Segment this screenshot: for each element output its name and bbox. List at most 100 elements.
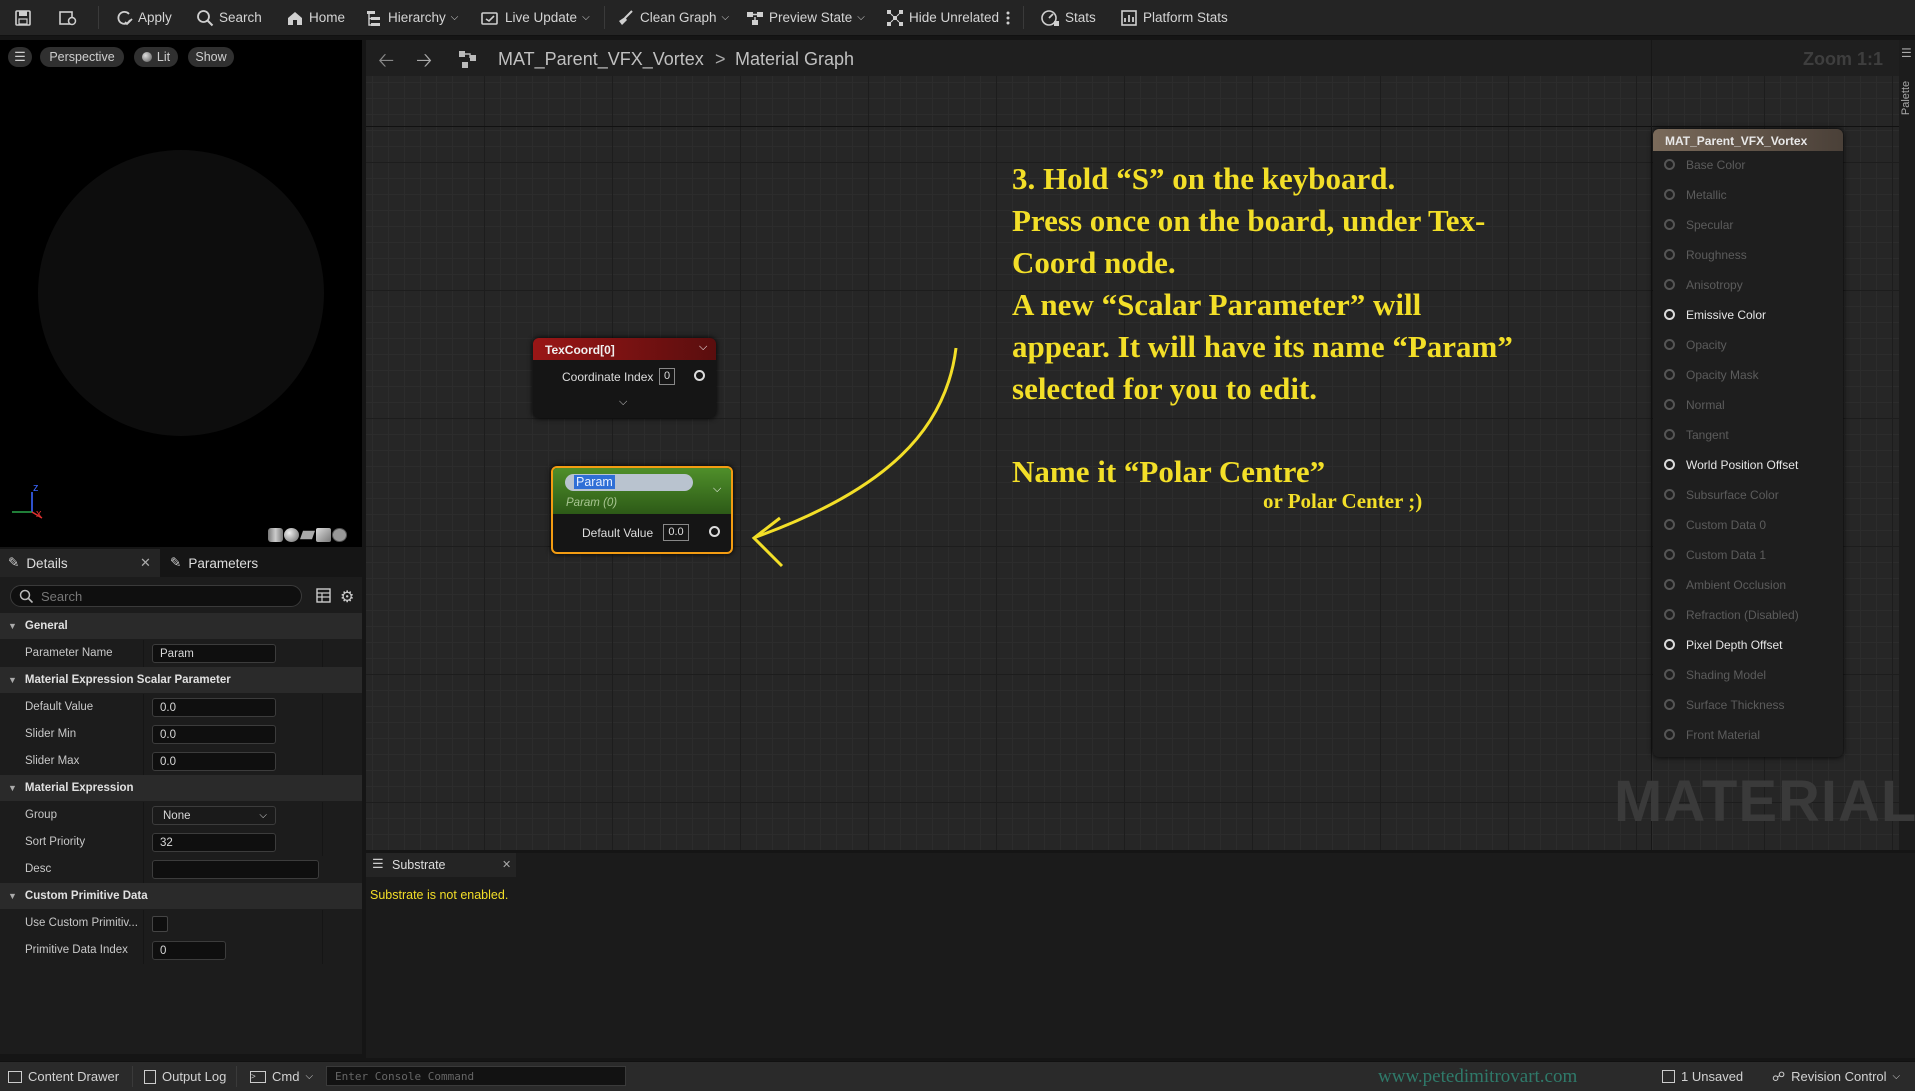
result-pin-row[interactable]: Ambient Occlusion (1653, 570, 1843, 600)
input-pin[interactable] (1664, 339, 1675, 350)
input-pin[interactable] (1664, 579, 1675, 590)
plane-icon[interactable] (300, 530, 315, 540)
input-pin[interactable] (1664, 189, 1675, 200)
result-pin-row[interactable]: Shading Model (1653, 660, 1843, 690)
input-pin[interactable] (1664, 609, 1675, 620)
output-log-button[interactable]: Output Log (144, 1062, 226, 1091)
result-pin-row[interactable]: Pixel Depth Offset (1653, 630, 1843, 660)
parameter-name-field[interactable]: Param (152, 644, 276, 663)
expand-chevron-icon[interactable]: ⌵ (619, 396, 627, 409)
input-pin[interactable] (1664, 669, 1675, 680)
cmd-dropdown[interactable]: > Cmd ⌵ (250, 1062, 313, 1091)
viewport-menu-button[interactable]: ☰ (8, 47, 32, 67)
slider-max-field[interactable]: 0.0 (152, 752, 276, 771)
chevron-down-icon[interactable]: ⌵ (713, 483, 721, 496)
section-scalar-parameter[interactable]: ▼ Material Expression Scalar Parameter (0, 667, 362, 693)
close-icon[interactable]: ✕ (502, 858, 511, 871)
back-arrow-icon[interactable]: 🡠 (378, 46, 394, 80)
more-options-icon[interactable] (1005, 0, 1011, 35)
group-dropdown[interactable]: None ⌵ (152, 806, 276, 825)
input-pin[interactable] (1664, 549, 1675, 560)
platform-stats-button[interactable]: Platform Stats (1120, 0, 1228, 35)
clean-graph-dropdown[interactable]: Clean Graph ⌵ (617, 0, 729, 35)
search-button[interactable]: Search (196, 0, 262, 35)
param-output-pin[interactable] (709, 526, 720, 537)
input-pin[interactable] (1664, 639, 1675, 650)
default-value-field[interactable]: 0.0 (152, 698, 276, 717)
result-pin-row[interactable]: Opacity (1653, 330, 1843, 360)
param-name-input[interactable]: Param (565, 474, 693, 491)
console-command-input[interactable]: Enter Console Command (326, 1066, 626, 1086)
result-pin-row[interactable]: Normal (1653, 390, 1843, 420)
material-result-node[interactable]: MAT_Parent_VFX_Vortex Base Color Metallic… (1653, 129, 1843, 757)
result-pin-row[interactable]: Front Material (1653, 720, 1843, 750)
live-update-dropdown[interactable]: Live Update ⌵ (480, 0, 590, 35)
tab-substrate[interactable]: ☰ Substrate ✕ (366, 853, 516, 877)
hide-unrelated-button[interactable]: Hide Unrelated (886, 0, 999, 35)
result-pin-row[interactable]: Tangent (1653, 420, 1843, 450)
default-value-field[interactable]: 0.0 (663, 524, 689, 541)
table-view-icon[interactable] (316, 588, 331, 606)
texcoord-node[interactable]: TexCoord[0] ⌵ Coordinate Index 0 ⌵ (533, 338, 716, 418)
result-pin-row[interactable]: Emissive Color (1653, 300, 1843, 330)
section-custom-primitive-data[interactable]: ▼ Custom Primitive Data (0, 883, 362, 909)
revision-control-dropdown[interactable]: ☍ Revision Control ⌵ (1772, 1062, 1900, 1091)
input-pin[interactable] (1664, 249, 1675, 260)
coordinate-index-field[interactable]: 0 (659, 368, 675, 385)
input-pin[interactable] (1664, 219, 1675, 230)
input-pin[interactable] (1664, 699, 1675, 710)
result-pin-row[interactable]: Custom Data 0 (1653, 510, 1843, 540)
hierarchy-dropdown[interactable]: Hierarchy ⌵ (365, 0, 458, 35)
section-material-expression[interactable]: ▼ Material Expression (0, 775, 362, 801)
input-pin[interactable] (1664, 729, 1675, 740)
input-pin[interactable] (1664, 489, 1675, 500)
material-graph-canvas[interactable]: 🡠 🡢 MAT_Parent_VFX_Vortex > Material Gra… (366, 40, 1915, 850)
use-custom-checkbox[interactable] (152, 916, 168, 932)
input-pin[interactable] (1664, 459, 1675, 470)
input-pin[interactable] (1664, 279, 1675, 290)
apply-button[interactable]: Apply (115, 0, 172, 35)
result-pin-row[interactable]: Custom Data 1 (1653, 540, 1843, 570)
show-button[interactable]: Show (188, 47, 234, 67)
stats-button[interactable]: Stats (1040, 0, 1096, 35)
result-pin-row[interactable]: Roughness (1653, 240, 1843, 270)
input-pin[interactable] (1664, 369, 1675, 380)
result-pin-row[interactable]: Base Color (1653, 150, 1843, 180)
result-pin-row[interactable]: Opacity Mask (1653, 360, 1843, 390)
palette-sidebar[interactable]: ☰ Palette (1899, 40, 1915, 850)
result-pin-row[interactable]: Metallic (1653, 180, 1843, 210)
result-pin-row[interactable]: Refraction (Disabled) (1653, 600, 1843, 630)
section-general[interactable]: ▼ General (0, 613, 362, 639)
lit-button[interactable]: Lit (134, 47, 178, 67)
details-search-input[interactable]: Search (10, 585, 302, 607)
save-icon[interactable] (14, 0, 32, 35)
forward-arrow-icon[interactable]: 🡢 (416, 46, 432, 80)
result-pin-row[interactable]: Specular (1653, 210, 1843, 240)
primitive-index-field[interactable]: 0 (152, 941, 226, 960)
breadcrumb-asset[interactable]: MAT_Parent_VFX_Vortex (498, 49, 704, 70)
input-pin[interactable] (1664, 429, 1675, 440)
tab-details[interactable]: ✎ Details ✕ (0, 549, 160, 577)
result-pin-row[interactable]: Anisotropy (1653, 270, 1843, 300)
sort-priority-field[interactable]: 32 (152, 833, 276, 852)
desc-field[interactable] (152, 860, 319, 879)
input-pin[interactable] (1664, 519, 1675, 530)
scalar-parameter-node[interactable]: Param Param (0) ⌵ Default Value 0.0 (551, 466, 733, 554)
input-pin[interactable] (1664, 399, 1675, 410)
home-button[interactable]: Home (286, 0, 345, 35)
tab-parameters[interactable]: ✎ Parameters (170, 549, 258, 577)
close-icon[interactable]: ✕ (140, 555, 151, 571)
chevron-down-icon[interactable]: ⌵ (699, 341, 707, 354)
result-pin-row[interactable]: Subsurface Color (1653, 480, 1843, 510)
unsaved-button[interactable]: 1 Unsaved (1662, 1062, 1743, 1091)
result-pin-row[interactable]: Surface Thickness (1653, 690, 1843, 720)
sphere-icon[interactable] (284, 528, 299, 542)
preview-viewport[interactable]: ☰ Perspective Lit Show z x (0, 40, 362, 547)
result-pin-row[interactable]: World Position Offset (1653, 450, 1843, 480)
perspective-button[interactable]: Perspective (40, 47, 124, 67)
texcoord-output-pin[interactable] (694, 370, 705, 381)
cube-icon[interactable] (316, 528, 331, 542)
content-drawer-button[interactable]: Content Drawer (8, 1062, 119, 1091)
cylinder-icon[interactable] (268, 528, 283, 542)
browse-icon[interactable] (58, 0, 78, 35)
